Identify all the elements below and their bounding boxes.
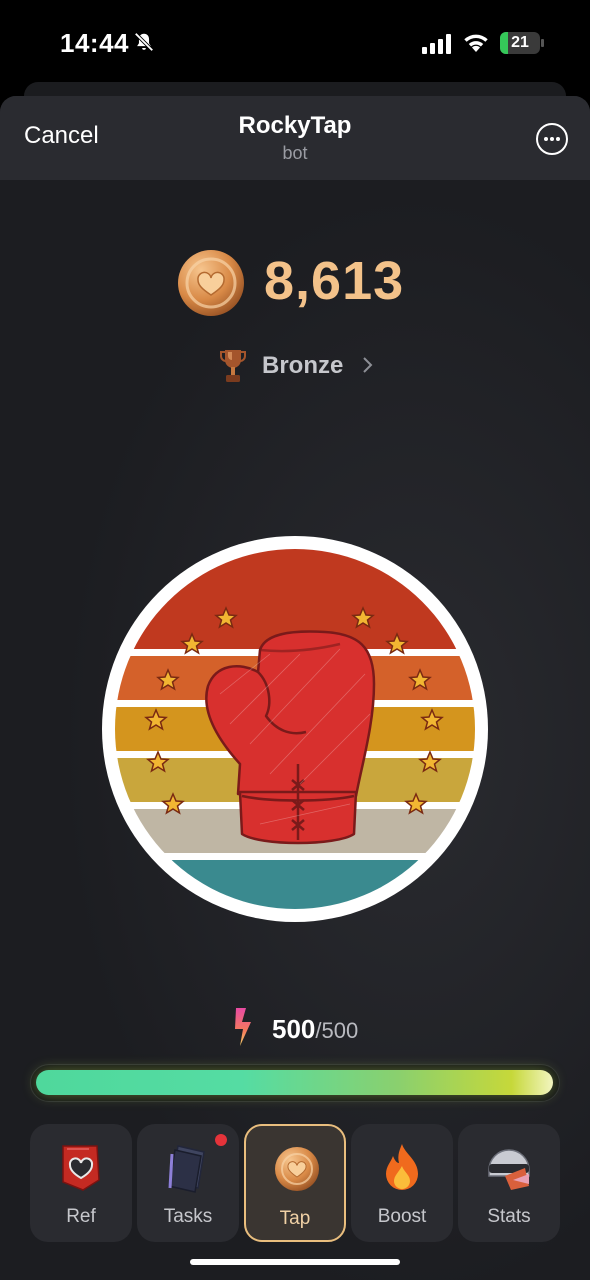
nav-item-tasks[interactable]: Tasks [137,1124,239,1242]
energy-progress-bar [30,1064,560,1102]
energy-max: 500 [321,1018,359,1043]
league-label: Bronze [262,352,344,379]
energy-value: 500/500 [272,1014,358,1045]
nav-item-ref[interactable]: Ref [30,1124,132,1242]
coin-icon [178,250,244,316]
tap-glove-button[interactable] [100,534,490,924]
status-bar: 14:44 21 [0,0,590,80]
wifi-icon [464,34,488,52]
balance-value: 8,613 [264,251,405,311]
chevron-right-icon [363,357,373,373]
nav-label-boost: Boost [377,1206,427,1227]
lightning-bolt-icon [235,1008,251,1046]
notification-badge [215,1134,227,1146]
bot-subtitle: bot [282,143,308,163]
nav-label-tasks: Tasks [163,1206,213,1227]
heart-shield-icon [62,1145,100,1191]
trophy-icon [220,350,246,382]
battery-cap [541,39,544,47]
app-header: Cancel RockyTap bot [0,96,590,180]
battery-icon: 21 [500,32,540,54]
fire-icon [386,1144,418,1190]
cellular-signal-icon [422,34,451,54]
bot-title: RockyTap [238,112,352,139]
battery-percentage: 21 [511,34,529,51]
nav-item-stats[interactable]: Stats [458,1124,560,1242]
energy-display: 500/500 [230,1006,430,1052]
energy-current: 500 [272,1014,316,1044]
energy-progress-fill [36,1070,553,1095]
nav-item-boost[interactable]: Boost [351,1124,453,1242]
nav-label-stats: Stats [487,1206,531,1227]
nav-item-tap[interactable]: Tap [244,1124,346,1242]
mini-app-container: Cancel RockyTap bot 8,613 Bronze 500/500… [0,96,590,1280]
more-options-button[interactable] [536,123,568,155]
bottom-nav: Ref Tasks Tap Boost Stats [30,1124,560,1244]
helmet-icon [488,1149,530,1190]
bell-muted-icon [134,32,154,52]
balance-display: 8,613 [0,246,590,322]
nav-label-ref: Ref [66,1206,96,1227]
status-time: 14:44 [60,28,129,58]
nav-label-tap: Tap [279,1208,311,1229]
league-link[interactable]: Bronze [220,346,380,386]
home-indicator[interactable] [190,1259,400,1265]
coin-icon [275,1147,319,1191]
notebook-icon [168,1145,205,1193]
